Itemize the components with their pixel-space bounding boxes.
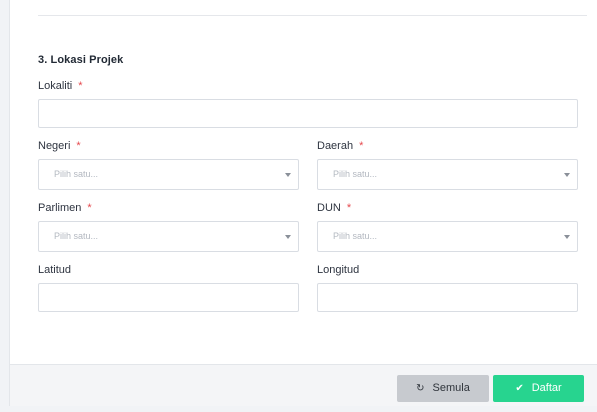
required-mark: * [78, 80, 83, 92]
lokaliti-label-text: Lokaliti [38, 80, 73, 92]
latitud-input[interactable] [38, 283, 299, 312]
section-title: 3. Lokasi Projek [38, 54, 124, 66]
chevron-down-icon [564, 173, 570, 177]
section-divider [38, 15, 587, 16]
submit-button-label: Daftar [531, 382, 562, 394]
daerah-label: Daerah * [317, 140, 363, 152]
required-mark: * [87, 202, 92, 214]
page: 3. Lokasi Projek Lokaliti * Negeri * Pilih… [0, 0, 597, 412]
dun-select[interactable]: Pilih satu... [317, 221, 578, 252]
form-card: 3. Lokasi Projek Lokaliti * Negeri * Pilih… [9, 0, 597, 406]
latitud-label: Latitud [38, 264, 72, 276]
parlimen-select[interactable]: Pilih satu... [38, 221, 299, 252]
chevron-down-icon [564, 235, 570, 239]
refresh-icon: ↻ [416, 383, 425, 394]
required-mark: * [76, 140, 81, 152]
negeri-placeholder: Pilih satu... [54, 169, 99, 179]
negeri-select[interactable]: Pilih satu... [38, 159, 299, 190]
longitud-input[interactable] [317, 283, 578, 312]
dun-label-text: DUN [317, 202, 341, 214]
required-mark: * [346, 202, 352, 214]
dun-placeholder: Pilih satu... [333, 231, 378, 241]
parlimen-label: Parlimen * [38, 202, 92, 214]
form-footer: ↻ Semula ✔ Daftar [10, 364, 597, 406]
chevron-down-icon [285, 173, 291, 177]
negeri-label-text: Negeri [38, 140, 71, 152]
chevron-down-icon [285, 235, 291, 239]
daerah-select[interactable]: Pilih satu... [317, 159, 578, 190]
daerah-placeholder: Pilih satu... [333, 169, 378, 179]
reset-button-label: Semula [432, 382, 470, 394]
longitud-label: Longitud [317, 264, 360, 276]
lokaliti-label: Lokaliti * [38, 80, 83, 92]
check-circle-icon: ✔ [515, 383, 524, 394]
reset-button[interactable]: ↻ Semula [397, 375, 489, 402]
required-mark: * [359, 140, 364, 152]
parlimen-placeholder: Pilih satu... [54, 231, 99, 241]
parlimen-label-text: Parlimen [38, 202, 82, 214]
negeri-label: Negeri * [38, 140, 81, 152]
daerah-label-text: Daerah [317, 140, 354, 152]
dun-label: DUN * [317, 202, 351, 214]
submit-button[interactable]: ✔ Daftar [493, 375, 584, 402]
lokaliti-input[interactable] [38, 99, 578, 128]
